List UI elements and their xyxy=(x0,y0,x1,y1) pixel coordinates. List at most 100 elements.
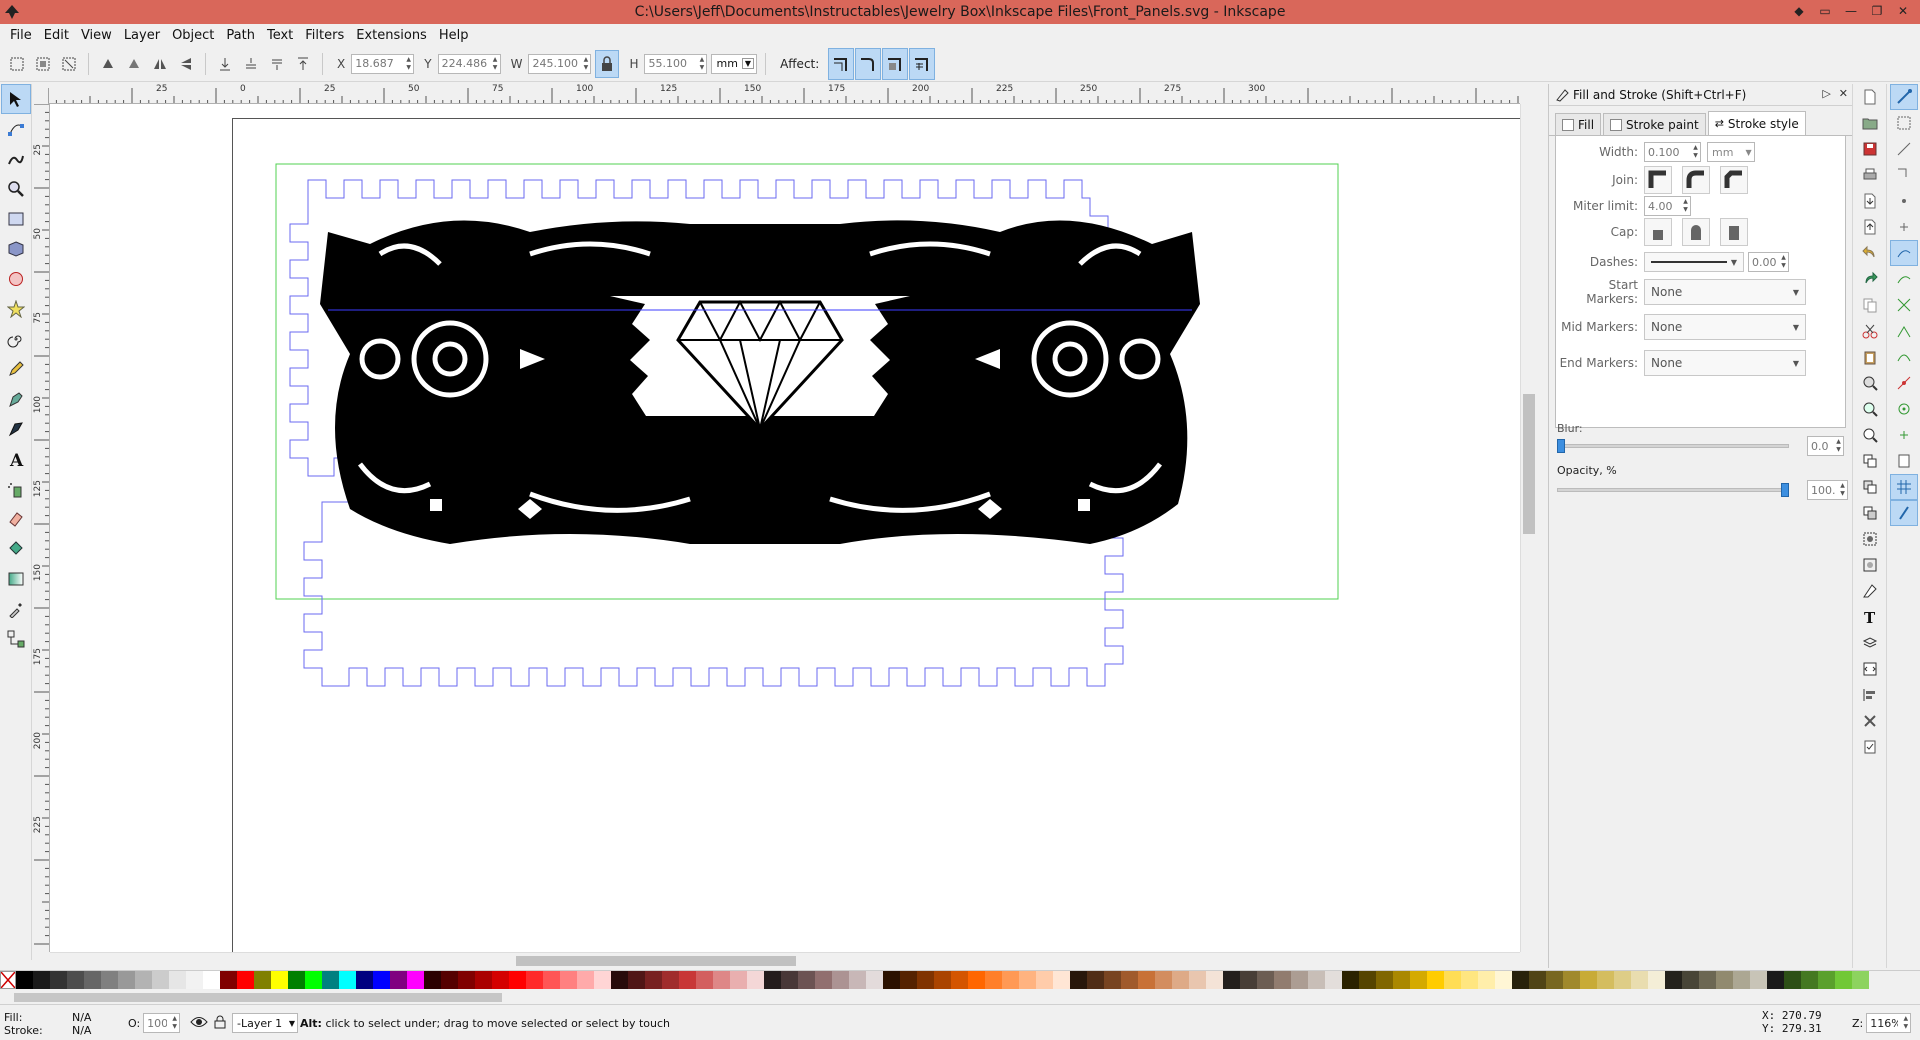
no-paint-swatch[interactable] xyxy=(0,971,16,989)
eraser-tool[interactable] xyxy=(1,504,31,534)
raise-icon[interactable] xyxy=(266,52,288,76)
color-swatch[interactable] xyxy=(1767,971,1784,989)
color-swatch[interactable] xyxy=(662,971,679,989)
bevel-join-button[interactable] xyxy=(1720,166,1748,194)
spinner-arrows-icon[interactable]: ▲ ▼ xyxy=(1901,1014,1910,1032)
zoom-input[interactable] xyxy=(1867,1014,1902,1032)
color-swatch[interactable] xyxy=(645,971,662,989)
tab-stroke-paint[interactable]: Stroke paint xyxy=(1603,113,1706,135)
color-swatch[interactable] xyxy=(1138,971,1155,989)
color-swatch[interactable] xyxy=(730,971,747,989)
snap-nodes-icon[interactable] xyxy=(1890,240,1918,266)
zoom-page-icon[interactable] xyxy=(1856,422,1884,448)
color-swatch[interactable] xyxy=(951,971,968,989)
duplicate-icon[interactable] xyxy=(1856,448,1884,474)
color-swatch[interactable] xyxy=(985,971,1002,989)
gradient-tool[interactable] xyxy=(1,564,31,594)
snap-bbox-icon[interactable] xyxy=(1890,110,1918,136)
zoom-tool[interactable] xyxy=(1,174,31,204)
color-swatch[interactable] xyxy=(1291,971,1308,989)
menu-path[interactable]: Path xyxy=(220,28,261,43)
window-tile-icon[interactable]: ▭ xyxy=(1814,0,1836,22)
color-swatch[interactable] xyxy=(407,971,424,989)
undo-icon[interactable] xyxy=(1856,240,1884,266)
color-swatch[interactable] xyxy=(1053,971,1070,989)
menu-help[interactable]: Help xyxy=(433,28,475,43)
affect-rounded-corners-button[interactable] xyxy=(855,47,882,80)
color-swatch[interactable] xyxy=(1376,971,1393,989)
pen-tool[interactable] xyxy=(1,384,31,414)
color-swatch[interactable] xyxy=(203,971,220,989)
snap-bbox-corner-icon[interactable] xyxy=(1890,162,1918,188)
color-swatch[interactable] xyxy=(1835,971,1852,989)
color-swatch[interactable] xyxy=(866,971,883,989)
color-swatch[interactable] xyxy=(1750,971,1767,989)
import-icon[interactable] xyxy=(1856,188,1884,214)
flip-horizontal-icon[interactable] xyxy=(149,52,171,76)
snap-midpoints-icon[interactable] xyxy=(1890,370,1918,396)
dropper-tool[interactable] xyxy=(1,594,31,624)
y-spinbox[interactable]: ▲▼ xyxy=(437,53,501,74)
calligraphy-tool[interactable] xyxy=(1,414,31,444)
lock-proportions-button[interactable] xyxy=(595,49,620,78)
color-swatch[interactable] xyxy=(1121,971,1138,989)
color-swatch[interactable] xyxy=(186,971,203,989)
snap-path-intersection-icon[interactable] xyxy=(1890,292,1918,318)
color-swatch[interactable] xyxy=(1733,971,1750,989)
color-swatch[interactable] xyxy=(1818,971,1835,989)
dash-pattern-select[interactable]: ▼ xyxy=(1644,252,1744,272)
menu-text[interactable]: Text xyxy=(261,28,299,43)
color-swatch[interactable] xyxy=(832,971,849,989)
menu-edit[interactable]: Edit xyxy=(38,28,75,43)
slider-knob[interactable] xyxy=(1557,439,1565,453)
x-spinner-arrows-icon[interactable]: ▲ ▼ xyxy=(404,55,413,73)
color-swatch[interactable] xyxy=(1699,971,1716,989)
redo-icon[interactable] xyxy=(1856,266,1884,292)
rectangle-tool[interactable] xyxy=(1,204,31,234)
open-folder-icon[interactable] xyxy=(1856,110,1884,136)
color-swatch[interactable] xyxy=(1512,971,1529,989)
color-swatch[interactable] xyxy=(16,971,33,989)
dock-options-icon[interactable]: ▷ xyxy=(1822,87,1830,100)
blur-spinbox[interactable]: ▲▼ xyxy=(1807,436,1844,456)
color-swatch[interactable] xyxy=(1784,971,1801,989)
color-swatch[interactable] xyxy=(1546,971,1563,989)
blur-slider[interactable]: ▲▼ xyxy=(1555,436,1846,456)
color-swatch[interactable] xyxy=(509,971,526,989)
color-swatch[interactable] xyxy=(1682,971,1699,989)
drawing-canvas[interactable] xyxy=(50,104,1520,952)
color-swatch[interactable] xyxy=(560,971,577,989)
color-swatch[interactable] xyxy=(1410,971,1427,989)
color-swatch[interactable] xyxy=(373,971,390,989)
color-swatch[interactable] xyxy=(798,971,815,989)
align-distribute-icon[interactable] xyxy=(1856,682,1884,708)
square-cap-button[interactable] xyxy=(1720,218,1748,246)
select-all-icon[interactable] xyxy=(6,52,28,76)
color-swatch[interactable] xyxy=(883,971,900,989)
color-swatch[interactable] xyxy=(322,971,339,989)
color-swatch[interactable] xyxy=(1104,971,1121,989)
color-swatch[interactable] xyxy=(101,971,118,989)
color-swatch[interactable] xyxy=(764,971,781,989)
rotate-cw-icon[interactable] xyxy=(123,52,145,76)
spinner-arrows-icon[interactable]: ▲ ▼ xyxy=(1681,197,1690,215)
snap-rotation-centers-icon[interactable] xyxy=(1890,422,1918,448)
butt-cap-button[interactable] xyxy=(1644,218,1672,246)
snap-page-border-icon[interactable] xyxy=(1890,448,1918,474)
blur-input[interactable] xyxy=(1808,437,1834,455)
restore-button[interactable]: ❐ xyxy=(1866,0,1888,22)
color-swatch[interactable] xyxy=(1614,971,1631,989)
color-swatch[interactable] xyxy=(1155,971,1172,989)
color-swatch[interactable] xyxy=(1308,971,1325,989)
artwork[interactable] xyxy=(50,104,1520,952)
dash-offset-spinbox[interactable]: ▲▼ xyxy=(1748,252,1789,272)
spray-tool[interactable] xyxy=(1,474,31,504)
color-swatch[interactable] xyxy=(1087,971,1104,989)
print-icon[interactable] xyxy=(1856,162,1884,188)
color-swatch[interactable] xyxy=(1852,971,1869,989)
h-spinner-arrows-icon[interactable]: ▲ ▼ xyxy=(697,55,706,73)
snap-guides-icon[interactable] xyxy=(1890,500,1918,526)
connector-tool[interactable] xyxy=(1,624,31,654)
opacity-input[interactable] xyxy=(1808,481,1838,499)
clone-icon[interactable] xyxy=(1856,474,1884,500)
